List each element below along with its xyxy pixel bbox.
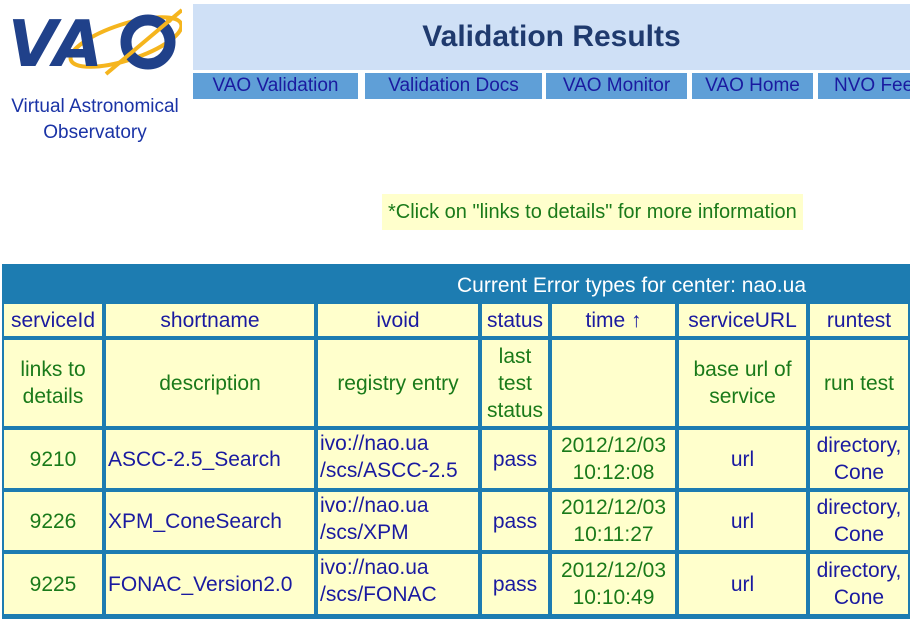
row2-ivoid[interactable]: ivo://nao.ua /scs/XPM <box>318 492 478 550</box>
nav-bar: VAO Validation Validation Docs VAO Monit… <box>193 73 910 99</box>
row1-ivoid-line2: /scs/ASCC-2.5 <box>320 459 458 482</box>
row3-ivoid-line1: ivo://nao.ua <box>320 556 429 579</box>
logo-caption-line2[interactable]: Observatory <box>0 120 190 146</box>
row2-run-directory[interactable]: directory, <box>817 494 902 521</box>
subheader-baseurl: base url of service <box>679 340 806 426</box>
nav-vao-home[interactable]: VAO Home <box>692 73 813 99</box>
row3-status[interactable]: pass <box>482 554 548 614</box>
row1-clock: 10:12:08 <box>572 461 655 484</box>
row3-clock: 10:10:49 <box>572 586 655 609</box>
subheader-time <box>552 340 675 426</box>
row1-ivoid-line1: ivo://nao.ua <box>320 432 429 455</box>
col-header-serviceurl[interactable]: serviceURL <box>679 304 806 336</box>
row1-run-cone[interactable]: Cone <box>834 459 884 486</box>
row2-shortname[interactable]: XPM_ConeSearch <box>106 492 314 550</box>
nav-vao-monitor[interactable]: VAO Monitor <box>546 73 687 99</box>
subheader-status: last test status <box>482 340 548 426</box>
col-header-time[interactable]: time ↑ <box>552 304 675 336</box>
row2-status[interactable]: pass <box>482 492 548 550</box>
row2-serviceid[interactable]: 9226 <box>4 492 102 550</box>
nav-nvo-feedback[interactable]: NVO Feedback <box>818 73 910 99</box>
row2-ivoid-line2: /scs/XPM <box>320 521 409 544</box>
col-header-serviceid[interactable]: serviceId <box>4 304 102 336</box>
col-header-status[interactable]: status <box>482 304 548 336</box>
page-title: Validation Results <box>193 4 910 70</box>
row1-ivoid[interactable]: ivo://nao.ua /scs/ASCC-2.5 <box>318 430 478 488</box>
subheader-registry: registry entry <box>318 340 478 426</box>
subheader-description: description <box>106 340 314 426</box>
row3-ivoid-line2: /scs/FONAC <box>320 583 437 606</box>
nav-validation-docs[interactable]: Validation Docs <box>365 73 542 99</box>
col-header-shortname[interactable]: shortname <box>106 304 314 336</box>
row3-url-link[interactable]: url <box>679 554 806 614</box>
row3-time: 2012/12/03 10:10:49 <box>552 554 675 614</box>
subheader-runtest: run test <box>810 340 908 426</box>
row3-run-cone[interactable]: Cone <box>834 584 884 611</box>
row3-run-directory[interactable]: directory, <box>817 557 902 584</box>
results-table: Current Error types for center: nao.ua s… <box>2 264 910 619</box>
col-header-ivoid[interactable]: ivoid <box>318 304 478 336</box>
row1-run-directory[interactable]: directory, <box>817 432 902 459</box>
logo-caption[interactable]: Virtual Astronomical Observatory <box>0 94 190 146</box>
info-note: *Click on "links to details" for more in… <box>382 194 803 230</box>
row1-url-link[interactable]: url <box>679 430 806 488</box>
logo-caption-line1[interactable]: Virtual Astronomical <box>0 94 190 120</box>
row1-serviceid[interactable]: 9210 <box>4 430 102 488</box>
svg-text:VA: VA <box>8 8 103 82</box>
row1-date: 2012/12/03 <box>560 434 667 457</box>
row2-time: 2012/12/03 10:11:27 <box>552 492 675 550</box>
row2-date: 2012/12/03 <box>560 496 667 519</box>
row3-date: 2012/12/03 <box>560 559 667 582</box>
vao-logo[interactable]: VA <box>6 4 182 84</box>
table-title: Current Error types for center: nao.ua <box>457 274 806 297</box>
subheader-links: links to details <box>4 340 102 426</box>
row3-serviceid[interactable]: 9225 <box>4 554 102 614</box>
row2-url-link[interactable]: url <box>679 492 806 550</box>
row1-shortname[interactable]: ASCC-2.5_Search <box>106 430 314 488</box>
row1-runtest[interactable]: directory, Cone <box>810 430 908 488</box>
row2-clock: 10:11:27 <box>573 523 654 546</box>
row2-ivoid-line1: ivo://nao.ua <box>320 494 429 517</box>
row3-ivoid[interactable]: ivo://nao.ua /scs/FONAC <box>318 554 478 614</box>
row3-runtest[interactable]: directory, Cone <box>810 554 908 614</box>
row2-run-cone[interactable]: Cone <box>834 521 884 548</box>
nav-vao-validation[interactable]: VAO Validation <box>193 73 358 99</box>
row1-time: 2012/12/03 10:12:08 <box>552 430 675 488</box>
row3-shortname[interactable]: FONAC_Version2.0 <box>106 554 314 614</box>
row2-runtest[interactable]: directory, Cone <box>810 492 908 550</box>
col-header-runtest[interactable]: runtest <box>810 304 908 336</box>
row1-status[interactable]: pass <box>482 430 548 488</box>
